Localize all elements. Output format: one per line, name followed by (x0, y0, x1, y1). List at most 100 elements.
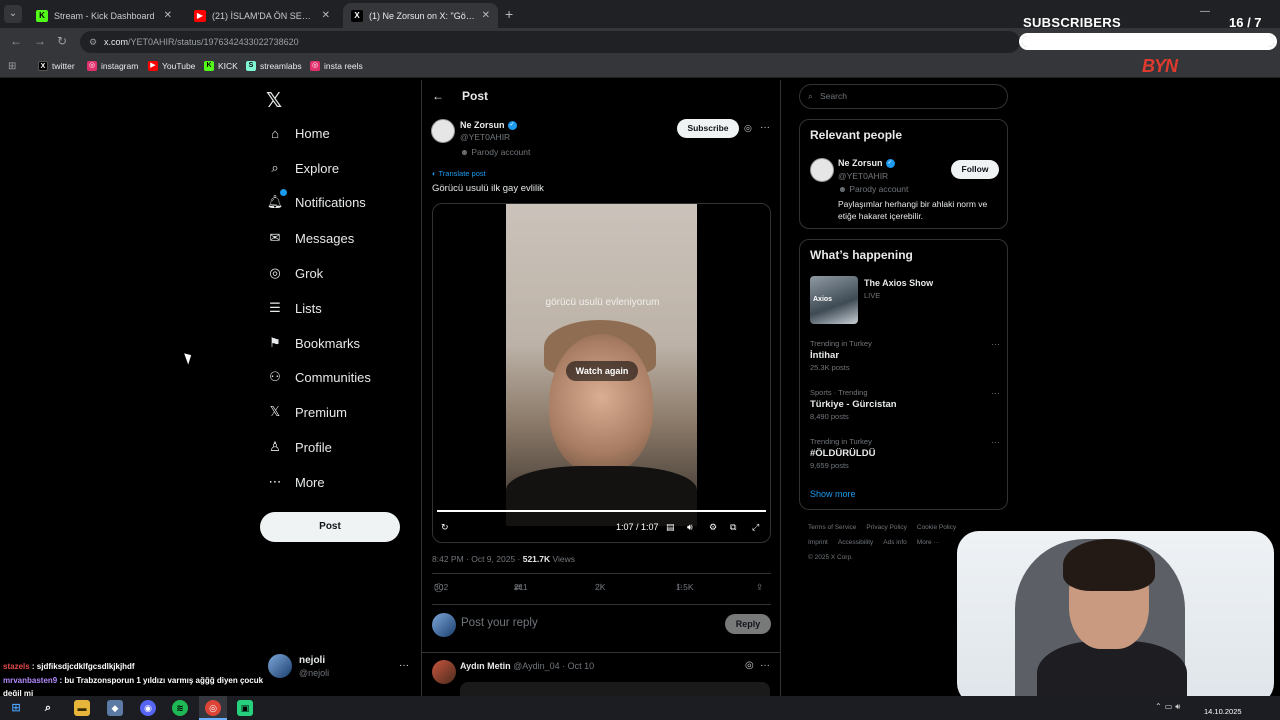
bookmark-youtube[interactable]: ▶ YouTube (148, 61, 195, 71)
x-premium-icon: 𝕏 (269, 404, 281, 419)
avatar[interactable] (810, 158, 834, 182)
reply-button[interactable]: Reply (725, 614, 771, 634)
nav-lists[interactable]: ☰ Lists (266, 299, 322, 317)
share-icon[interactable]: ⇪ (756, 582, 763, 593)
nav-label: Premium (295, 404, 348, 420)
more-dots-icon[interactable]: ··· (760, 122, 770, 133)
more-dots-icon[interactable]: ··· (991, 437, 1000, 447)
trend-item[interactable]: Trending in Turkey İntihar 25.3K posts ·… (810, 339, 1000, 372)
bookmark-kick[interactable]: K KICK (204, 61, 238, 71)
file-explorer-icon[interactable]: ▬ (74, 700, 90, 716)
more-dots-icon[interactable]: ··· (760, 660, 770, 671)
translate-post-link[interactable]: ◐ Translate post (432, 169, 486, 178)
back-arrow-icon[interactable]: ← (10, 34, 22, 48)
nav-more[interactable]: ⋯ More (266, 473, 325, 491)
url-input[interactable]: ⚙ x.com/YET0AHIR/status/1976342433022738… (80, 31, 1020, 53)
bookmark-twitter[interactable]: Xtwitter (38, 61, 75, 71)
x-logo-icon[interactable]: 𝕏 (266, 88, 282, 113)
nav-messages[interactable]: ✉ Messages (266, 229, 355, 247)
video-progress-bar[interactable] (437, 510, 766, 512)
site-info-icon[interactable]: ⚙ (89, 31, 97, 53)
post-meta: 8:42 PM · Oct 9, 2025 · 521.7K Views (432, 554, 575, 564)
nav-home[interactable]: ⌂ Home (266, 124, 330, 142)
taskbar-date: 14.10.2025 (1204, 707, 1242, 716)
more-dots-icon[interactable]: ··· (399, 660, 409, 671)
reply-author-avatar[interactable] (432, 660, 456, 684)
nav-profile[interactable]: ♙ Profile (266, 438, 332, 456)
bookmark-insta-reels[interactable]: ◎ insta reels (310, 61, 363, 71)
volume-icon[interactable]: 🔊︎ (687, 522, 693, 533)
nav-communities[interactable]: ⚇ Communities (266, 368, 371, 386)
settings-gear-icon[interactable]: ⚙ (709, 522, 717, 533)
close-tab-icon[interactable]: ✕ (164, 10, 172, 21)
grok-icon[interactable]: ◎ (745, 660, 754, 671)
fullscreen-icon[interactable]: ⤢ (752, 522, 759, 533)
axios-show-title[interactable]: The Axios Show (864, 278, 933, 288)
subscribe-button[interactable]: Subscribe (677, 119, 739, 138)
picture-in-picture-icon[interactable]: ⧉ (730, 522, 736, 533)
forward-arrow-icon[interactable]: → (34, 34, 46, 48)
parody-text: Parody account (471, 147, 531, 157)
footer-link[interactable]: Accessibility (838, 539, 873, 546)
close-tab-icon[interactable]: ✕ (322, 10, 330, 21)
video-player[interactable]: görücü usulü evleniyorum Watch again ↻ 1… (432, 203, 771, 543)
show-more-link[interactable]: Show more (810, 489, 856, 499)
watch-again-button[interactable]: Watch again (566, 361, 638, 381)
grok-icon[interactable]: ◎ (744, 123, 752, 134)
footer-link[interactable]: More ··· (917, 539, 940, 546)
nav-premium[interactable]: 𝕏 Premium (266, 403, 347, 421)
author-name[interactable]: Ne Zorsun ✓ (460, 120, 517, 130)
account-switcher[interactable]: nejoli @nejoli ··· (268, 654, 413, 682)
author-avatar[interactable] (431, 119, 455, 143)
tab-youtube[interactable]: ▶ (21) İSLAM'DA ÖN SEVİŞMESİZ ✕ (186, 3, 338, 28)
discord-icon[interactable]: ◉ (140, 700, 156, 716)
post-text: Görücü usulü ilk gay evlilik (432, 183, 544, 194)
nav-bookmarks[interactable]: ⚑ Bookmarks (266, 334, 360, 352)
more-dots-icon[interactable]: ··· (991, 339, 1000, 349)
webcam-feed (957, 531, 1274, 705)
follow-button[interactable]: Follow (951, 160, 999, 179)
bookmark-streamlabs[interactable]: Sstreamlabs (246, 61, 302, 71)
trend-item[interactable]: Sports · Trending Türkiye - Gürcistan 8,… (810, 388, 1000, 421)
tab-kick-dashboard[interactable]: K Stream - Kick Dashboard ✕ (28, 3, 180, 28)
apps-grid-icon[interactable]: ⊞ (8, 61, 16, 72)
search-input[interactable]: ⌕ Search (799, 84, 1008, 109)
more-dots-icon[interactable]: ··· (991, 388, 1000, 398)
footer-link[interactable]: Privacy Policy (866, 524, 906, 531)
footer-link[interactable]: Terms of Service (808, 524, 856, 531)
replay-icon[interactable]: ↻ (441, 522, 449, 533)
nav-grok[interactable]: ◎ Grok (266, 264, 323, 282)
page-title: Post (462, 89, 489, 103)
system-tray-icons[interactable]: ⌃▭🔊︎ (1155, 702, 1183, 712)
bookmark-instagram[interactable]: ◎ instagram (87, 61, 138, 71)
reload-icon[interactable]: ↻ (57, 34, 67, 48)
chrome-icon[interactable]: ◎ (205, 700, 221, 716)
tab-search-button[interactable]: ⌄ (4, 5, 22, 23)
footer-link[interactable]: Cookie Policy (917, 524, 956, 531)
author-handle[interactable]: @YET0AHIR (460, 132, 510, 142)
axios-thumbnail[interactable]: Axios (810, 276, 858, 324)
windows-start-icon[interactable]: ⊞ (8, 700, 24, 716)
nav-explore[interactable]: ⌕ Explore (266, 159, 339, 177)
spotify-icon[interactable]: ≋ (172, 700, 188, 716)
relevant-person-name[interactable]: Ne Zorsun ✓ (838, 158, 895, 168)
x-icon: X (38, 61, 48, 71)
back-arrow-icon[interactable]: ← (432, 89, 444, 103)
reply-author[interactable]: Aydın Metin @Aydin_04 · Oct 10 (460, 661, 594, 671)
kick-studio-icon[interactable]: ▣ (237, 700, 253, 716)
post-column: ← Post Ne Zorsun ✓ @YET0AHIR ☻ Parody acc… (421, 80, 781, 700)
tab-x-post[interactable]: X (1) Ne Zorsun on X: "Görücü us ✕ (343, 3, 498, 28)
reply-input[interactable]: Post your reply (461, 617, 538, 629)
trend-item[interactable]: Trending in Turkey #ÖLDÜRÜLDÜ 9,659 post… (810, 437, 1000, 470)
app-icon[interactable]: ◆ (107, 700, 123, 716)
close-tab-icon[interactable]: ✕ (482, 10, 490, 21)
video-controls: ↻ 1:07 / 1:07 ▤ 🔊︎ ⚙ ⧉ ⤢ (433, 516, 770, 540)
nav-notifications[interactable]: 🔔︎ Notifications (266, 189, 366, 211)
search-icon[interactable]: ⌕ (40, 700, 56, 716)
captions-icon[interactable]: ▤ (666, 522, 675, 533)
footer-link[interactable]: Ads info (883, 539, 907, 546)
minimize-icon[interactable]: — (1200, 6, 1210, 17)
post-button[interactable]: Post (260, 512, 400, 542)
footer-link[interactable]: Imprint (808, 539, 828, 546)
new-tab-button[interactable]: + (505, 6, 513, 22)
